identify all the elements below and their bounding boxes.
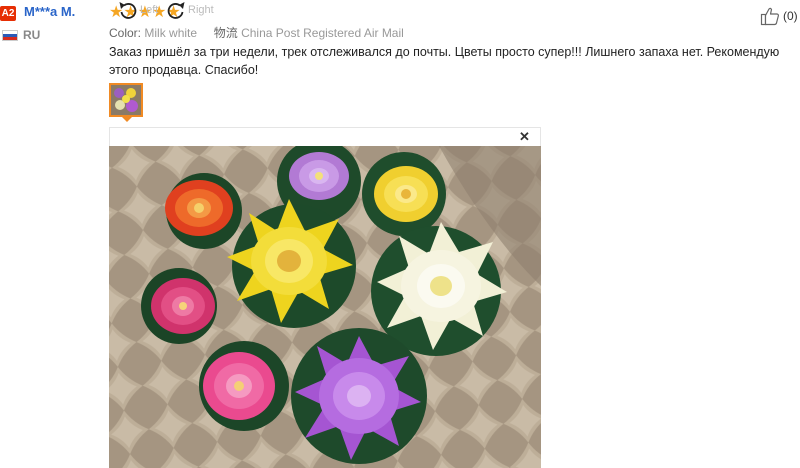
color-value: Milk white — [144, 26, 198, 40]
helpful-button[interactable]: (0) — [760, 6, 798, 26]
order-attributes: Color: Milk white 物流 China Post Register… — [109, 24, 404, 41]
close-viewer-button[interactable]: ✕ — [519, 129, 530, 145]
reviewer-country: RU — [23, 28, 41, 42]
rotate-left-label: Left — [140, 4, 159, 16]
review-photo-thumbnail[interactable] — [109, 83, 143, 117]
purple-lotus-small — [289, 152, 349, 200]
photo-viewer-toolbar — [109, 127, 541, 146]
russia-flag-icon — [2, 30, 18, 41]
reviewer-name: M***a M. — [24, 4, 76, 19]
helpful-count: (0) — [783, 9, 798, 23]
buyer-level-badge: A2 — [0, 6, 16, 21]
logistics-value: China Post Registered Air Mail — [241, 26, 404, 40]
rotate-right-icon — [167, 2, 185, 19]
rotate-right-button[interactable]: Right — [166, 1, 214, 19]
rotate-right-label: Right — [188, 4, 214, 16]
logistics-label: 物流 — [213, 26, 238, 40]
color-label: Color: — [109, 26, 142, 40]
review-photo — [109, 146, 541, 468]
rotate-left-button[interactable]: Left — [118, 1, 158, 19]
rotate-left-icon — [119, 2, 137, 19]
review-text: Заказ пришёл за три недели, трек отслежи… — [109, 45, 780, 77]
thumbnail-pointer — [122, 117, 132, 122]
thumbs-up-icon — [760, 7, 780, 26]
